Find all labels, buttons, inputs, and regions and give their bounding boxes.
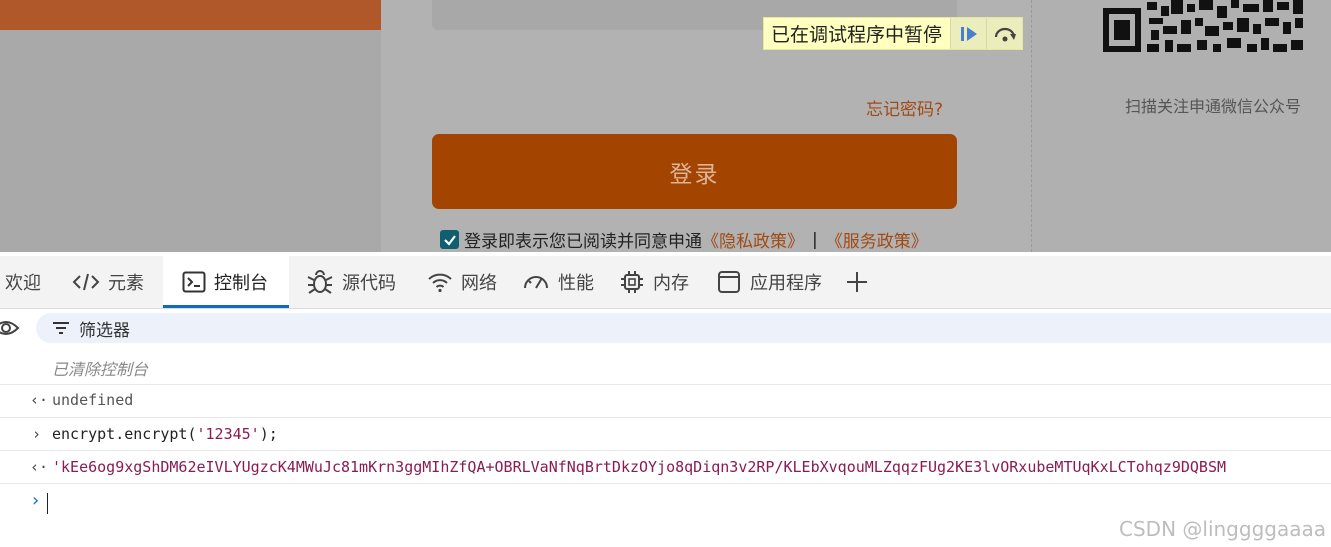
tab-network[interactable]: 网络 — [427, 256, 497, 308]
agreement-checkbox[interactable] — [440, 230, 459, 249]
result-arrow-icon: ‹· — [30, 391, 49, 409]
left-panel — [0, 0, 381, 252]
devtools-panel: 欢迎 元素 控制台 源代码 网络 性能 内存 应用程序 筛选器 已清除控制台 ‹… — [0, 252, 1331, 547]
console-message: ‹· undefined — [0, 385, 1331, 418]
chip-icon — [621, 271, 643, 293]
service-policy-link[interactable]: 《服务政策》 — [826, 227, 928, 252]
web-page: 扫描关注申通微信公众号 已在调试程序中暂停 忘记密码? 登录 登录即表示您已阅读… — [0, 0, 1331, 252]
policy-separator: | — [812, 229, 818, 250]
tab-label: 欢迎 — [5, 273, 41, 294]
resume-button[interactable] — [950, 18, 987, 49]
tab-label: 元素 — [108, 273, 144, 294]
tab-application[interactable]: 应用程序 — [716, 256, 822, 308]
step-over-button[interactable] — [986, 18, 1023, 49]
privacy-policy-link[interactable]: 《隐私政策》 — [702, 227, 804, 252]
left-banner — [0, 0, 381, 30]
paused-in-debugger-bar: 已在调试程序中暂停 — [763, 17, 1024, 50]
console-input-line[interactable]: › encrypt.encrypt('12345'); — [0, 418, 1331, 451]
console-message: 已清除控制台 — [0, 347, 1331, 385]
tab-label: 源代码 — [342, 273, 396, 294]
console-encrypted-result[interactable]: 'kEe6og9xgShDM62eIVLYUgzcK4MWuJc81mKrn3g… — [52, 458, 1226, 476]
checkmark-icon — [443, 234, 456, 246]
forgot-password-link[interactable]: 忘记密码? — [866, 95, 943, 120]
tab-label: 应用程序 — [750, 273, 822, 294]
tab-label: 网络 — [461, 273, 497, 294]
qr-code-icon — [1101, 0, 1305, 54]
add-tab-button[interactable] — [845, 256, 877, 308]
tab-label: 性能 — [558, 273, 594, 294]
qr-caption: 扫描关注申通微信公众号 — [1124, 97, 1301, 116]
tab-label: 控制台 — [214, 273, 268, 294]
console-command: encrypt.encrypt('12345'); — [52, 425, 278, 443]
tab-label: 内存 — [653, 273, 689, 294]
input-chevron-icon: › — [32, 425, 42, 443]
agreement-text: 登录即表示您已阅读并同意申通 — [464, 232, 702, 252]
tab-sources[interactable]: 源代码 — [306, 256, 396, 308]
tab-memory[interactable]: 内存 — [619, 256, 689, 308]
paused-label: 已在调试程序中暂停 — [771, 24, 943, 46]
console-prompt-caret[interactable] — [47, 493, 48, 514]
bug-icon — [307, 270, 333, 294]
console-filter-row: 筛选器 — [0, 309, 1331, 347]
plus-icon — [847, 272, 867, 292]
elements-icon — [72, 273, 100, 291]
devtools-tabbar: 欢迎 元素 控制台 源代码 网络 性能 内存 应用程序 — [0, 256, 1331, 309]
wifi-icon — [428, 273, 452, 293]
console-icon — [182, 271, 206, 293]
live-expression-eye-icon[interactable] — [0, 318, 20, 338]
watermark: CSDN @linggggaaaa — [1119, 517, 1326, 541]
filter-label: 筛选器 — [79, 320, 130, 341]
login-button[interactable]: 登录 — [432, 134, 957, 209]
tab-elements[interactable]: 元素 — [72, 256, 144, 308]
agreement-row: 登录即表示您已阅读并同意申通 《隐私政策》 | 《服务政策》 — [440, 227, 928, 252]
tab-performance[interactable]: 性能 — [522, 256, 594, 308]
step-over-icon — [994, 27, 1016, 41]
result-arrow-icon: ‹· — [30, 458, 49, 476]
console-filter-input[interactable]: 筛选器 — [36, 313, 1331, 343]
prompt-chevron-icon: › — [30, 490, 41, 511]
console-cleared-text: 已清除控制台 — [52, 360, 149, 379]
gauge-icon — [524, 276, 548, 289]
tab-welcome[interactable]: 欢迎 — [5, 256, 41, 308]
resume-icon — [960, 26, 977, 41]
filter-icon — [53, 322, 69, 334]
console-result: undefined — [52, 391, 134, 409]
tab-console[interactable]: 控制台 — [163, 256, 289, 308]
application-icon — [718, 271, 740, 293]
console-message: ‹· 'kEe6og9xgShDM62eIVLYUgzcK4MWuJc81mKr… — [0, 451, 1331, 484]
